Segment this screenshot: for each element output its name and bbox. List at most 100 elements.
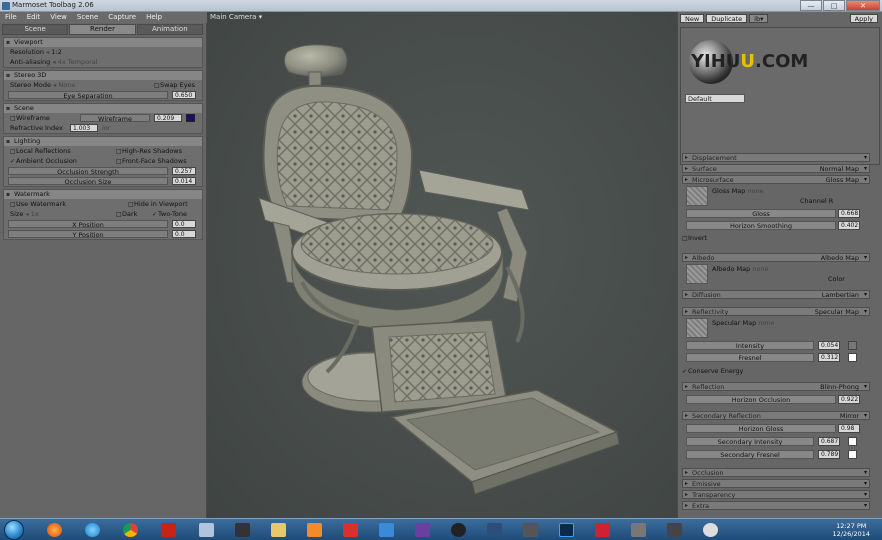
clock[interactable]: 12:27 PM 12/26/2014 <box>833 522 870 538</box>
occlusion-strength-slider[interactable]: Occlusion Strength <box>8 167 168 176</box>
duplicate-material-button[interactable]: Duplicate <box>706 14 748 23</box>
secondary-intensity-slider[interactable]: Secondary Intensity <box>686 437 814 446</box>
maximize-button[interactable]: □ <box>823 0 845 11</box>
occlusion-size-value[interactable]: 0.014 <box>172 177 196 185</box>
ambient-occlusion-checkbox[interactable]: ✓Ambient Occlusion <box>10 157 77 165</box>
secondary-intensity-value[interactable]: 0.687 <box>818 437 840 446</box>
menu-file[interactable]: File <box>0 12 22 23</box>
minimize-button[interactable]: — <box>800 0 822 11</box>
x-position-slider[interactable]: X Position <box>8 220 168 229</box>
menu-help[interactable]: Help <box>141 12 167 23</box>
stereo-mode-value[interactable]: None <box>58 81 75 89</box>
horizon-occlusion-slider[interactable]: Horizon Occlusion <box>686 395 836 404</box>
zbrush-icon[interactable] <box>516 521 546 539</box>
section-transparency[interactable]: Transparency▾ <box>682 490 870 499</box>
menu-edit[interactable]: Edit <box>22 12 46 23</box>
intensity-value[interactable]: 0.054 <box>818 341 840 350</box>
tab-scene[interactable]: Scene <box>2 24 69 35</box>
eye-separation-slider[interactable]: Eye Separation <box>8 91 168 100</box>
section-emissive[interactable]: Emissive▾ <box>682 479 870 488</box>
horizon-gloss-slider[interactable]: Horizon Gloss <box>686 424 836 433</box>
folder-icon[interactable] <box>264 521 294 539</box>
gloss-value[interactable]: 0.668 <box>838 209 860 218</box>
new-material-button[interactable]: New <box>680 14 705 23</box>
occlusion-strength-value[interactable]: 0.257 <box>172 167 196 175</box>
y-position-value[interactable]: 0.0 <box>172 230 196 238</box>
section-displacement[interactable]: Displacement▾ <box>682 153 870 162</box>
resolution-value[interactable]: 1:2 <box>51 48 61 56</box>
eye-separation-value[interactable]: 0.650 <box>172 91 196 99</box>
stereo-header[interactable]: Stereo 3D <box>4 71 202 80</box>
albedo-color[interactable]: Color <box>828 275 845 283</box>
section-secondary-reflection[interactable]: Secondary ReflectionMirror▾ <box>682 411 870 420</box>
lighting-header[interactable]: Lighting <box>4 137 202 146</box>
fresnel-slider[interactable]: Fresnel <box>686 353 814 362</box>
app-icon-substance[interactable] <box>588 521 618 539</box>
x-position-value[interactable]: 0.0 <box>172 220 196 228</box>
wireframe-color-swatch[interactable] <box>186 114 195 122</box>
chrome-icon[interactable] <box>116 521 146 539</box>
app-icon-camera[interactable] <box>660 521 690 539</box>
watermark-size-value[interactable]: 1x <box>31 210 39 218</box>
intensity-slider[interactable]: Intensity <box>686 341 814 350</box>
section-occlusion[interactable]: Occlusion▾ <box>682 468 870 477</box>
section-diffusion[interactable]: DiffusionLambertian▾ <box>682 290 870 299</box>
fresnel-value[interactable]: 0.312 <box>818 353 840 362</box>
material-library-dropdown[interactable]: ib▾ <box>749 14 769 23</box>
gloss-slider[interactable]: Gloss <box>686 209 836 218</box>
tab-render[interactable]: Render <box>69 24 136 35</box>
secondary-fresnel-value[interactable]: 0.789 <box>818 450 840 459</box>
section-surface[interactable]: SurfaceNormal Map▾ <box>682 164 870 173</box>
tab-animation[interactable]: Animation <box>136 24 203 35</box>
ie-icon[interactable] <box>78 521 108 539</box>
material-name-field[interactable]: Default <box>685 94 745 103</box>
section-microsurface[interactable]: MicrosurfaceGloss Map▾ <box>682 175 870 184</box>
watermark-header[interactable]: Watermark <box>4 190 202 199</box>
secondary-intensity-swatch[interactable] <box>848 437 857 446</box>
firefox-icon[interactable] <box>40 521 70 539</box>
gloss-channel[interactable]: Channel R <box>800 197 833 205</box>
filezilla-icon[interactable] <box>154 521 184 539</box>
apply-material-button[interactable]: Apply <box>849 14 878 23</box>
wireframe-value[interactable]: 0.209 <box>154 114 182 122</box>
photoshop-icon[interactable] <box>552 521 582 539</box>
wireframe-slider[interactable]: Wireframe <box>80 114 150 123</box>
section-albedo[interactable]: AlbedoAlbedo Map▾ <box>682 253 870 262</box>
app-icon-arrow[interactable] <box>192 521 222 539</box>
marmoset-icon[interactable] <box>444 521 474 539</box>
refractive-index-value[interactable]: 1.003 <box>70 124 98 132</box>
viewport-header[interactable]: Viewport <box>4 38 202 47</box>
dropbox-icon[interactable] <box>372 521 402 539</box>
monitor-icon[interactable] <box>480 521 510 539</box>
use-watermark-checkbox[interactable]: □Use Watermark <box>10 200 66 208</box>
albedo-map-thumbnail[interactable] <box>686 264 708 284</box>
secondary-fresnel-slider[interactable]: Secondary Fresnel <box>686 450 814 459</box>
menu-scene[interactable]: Scene <box>72 12 103 23</box>
horizon-gloss-value[interactable]: 0.98 <box>838 424 860 433</box>
fresnel-swatch[interactable] <box>848 353 857 362</box>
section-reflectivity[interactable]: ReflectivitySpecular Map▾ <box>682 307 870 316</box>
app-icon-dark[interactable] <box>228 521 258 539</box>
menu-view[interactable]: View <box>45 12 72 23</box>
close-button[interactable]: ✕ <box>846 0 880 11</box>
section-reflection[interactable]: ReflectionBlinn-Phong▾ <box>682 382 870 391</box>
start-button[interactable] <box>4 520 24 540</box>
secondary-fresnel-swatch[interactable] <box>848 450 857 459</box>
invert-checkbox[interactable]: □Invert <box>682 234 870 245</box>
local-reflections-checkbox[interactable]: □Local Reflections <box>10 147 71 155</box>
specular-map-thumbnail[interactable] <box>686 318 708 338</box>
gloss-map-thumbnail[interactable] <box>686 186 708 206</box>
section-extra[interactable]: Extra▾ <box>682 501 870 510</box>
scene-header[interactable]: Scene <box>4 104 202 113</box>
intensity-swatch[interactable] <box>848 341 857 350</box>
menu-capture[interactable]: Capture <box>103 12 141 23</box>
main-viewport[interactable]: Main Camera ▾ <box>207 12 677 518</box>
app-icon-gray[interactable] <box>624 521 654 539</box>
horizon-smoothing-value[interactable]: 0.402 <box>838 221 860 230</box>
occlusion-size-slider[interactable]: Occlusion Size <box>8 177 168 186</box>
y-position-slider[interactable]: Y Position <box>8 230 168 239</box>
media-player-icon[interactable] <box>300 521 330 539</box>
app-icon-red[interactable] <box>336 521 366 539</box>
app-icon-purple[interactable] <box>408 521 438 539</box>
horizon-occlusion-value[interactable]: 0.922 <box>838 395 860 404</box>
